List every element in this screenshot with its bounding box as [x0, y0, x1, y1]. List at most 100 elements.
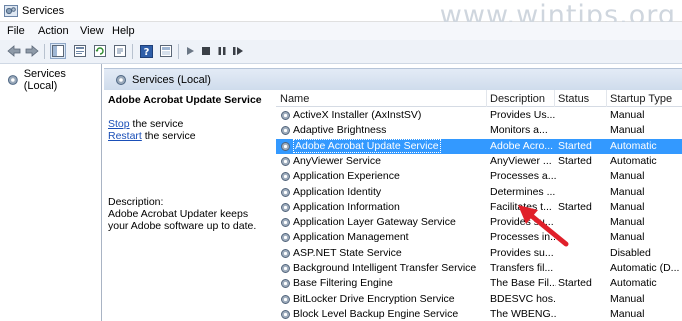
service-startup-type: Disabled [610, 246, 651, 259]
service-name: Application Layer Gateway Service [293, 216, 456, 229]
service-startup-type: Manual [610, 292, 645, 305]
export-list-icon[interactable] [112, 43, 128, 59]
service-gear-icon [281, 309, 290, 319]
selected-service-title: Adobe Acrobat Update Service [108, 94, 262, 106]
properties-icon[interactable] [72, 43, 88, 59]
service-status: Started [558, 277, 592, 290]
service-gear-icon [281, 187, 290, 197]
toolbar: ? [0, 40, 682, 64]
console-tree-icon[interactable] [158, 43, 174, 59]
tree-node-label: Services (Local) [23, 68, 66, 92]
back-icon[interactable] [6, 43, 22, 59]
table-row[interactable]: Background Intelligent Transfer Service T… [276, 261, 682, 276]
service-name: Adaptive Brightness [293, 124, 387, 137]
service-name: Background Intelligent Transfer Service [293, 262, 477, 274]
service-startup-type: Manual [610, 170, 645, 183]
table-row[interactable]: Adobe Acrobat Update Service Adobe Acro..… [276, 138, 682, 154]
list-header: Name Description Status Startup Type [276, 90, 682, 107]
service-gear-icon [281, 156, 290, 166]
stop-service-link[interactable]: Stop [108, 118, 130, 130]
service-description-cell: The Base Fil... [490, 277, 556, 290]
service-name: Application Identity [293, 185, 382, 198]
svg-text:?: ? [143, 47, 149, 58]
main-pane-title: Services (Local) [132, 74, 211, 86]
service-gear-icon [281, 264, 290, 273]
table-row[interactable]: BitLocker Drive Encryption Service BDESVC… [276, 292, 682, 307]
service-gear-icon [281, 294, 290, 304]
table-row[interactable]: ActiveX Installer (AxInstSV) Provides Us.… [276, 108, 682, 123]
column-header-status[interactable]: Status [558, 93, 589, 105]
table-row[interactable]: Adaptive Brightness Monitors a... Manual [276, 123, 682, 138]
service-description-cell: Transfers fil... [490, 262, 554, 274]
menu-help[interactable]: Help [112, 25, 135, 37]
service-startup-type: Automatic [610, 154, 657, 167]
service-name: AnyViewer Service [293, 154, 381, 167]
service-description-cell: AnyViewer ... [490, 154, 552, 167]
window-title: Services [22, 5, 65, 17]
service-name: Application Information [293, 200, 400, 213]
stop-service-icon[interactable] [198, 43, 214, 59]
service-name: Block Level Backup Engine Service [293, 307, 459, 320]
service-name: Base Filtering Engine [293, 277, 393, 290]
service-name: BitLocker Drive Encryption Service [293, 292, 455, 305]
menu-view[interactable]: View [80, 25, 104, 37]
restart-service-icon[interactable] [230, 43, 246, 59]
table-row[interactable]: Application Information Facilitates t... S… [276, 200, 682, 215]
service-startup-type: Manual [610, 231, 645, 244]
services-node-icon [7, 75, 18, 85]
restart-service-link[interactable]: Restart [108, 130, 142, 142]
services-header-icon [116, 75, 126, 85]
table-row[interactable]: Application Experience Processes a... Manu… [276, 169, 682, 184]
service-status: Started [558, 154, 592, 167]
table-row[interactable]: AnyViewer Service AnyViewer ... Started Aut… [276, 154, 682, 169]
service-startup-type: Manual [610, 200, 645, 213]
start-service-icon[interactable] [182, 43, 198, 59]
menu-bar: File Action View Help [0, 22, 682, 40]
table-row[interactable]: Application Management Processes in... Man… [276, 230, 682, 245]
description-label: Description: [108, 196, 164, 208]
service-gear-icon [281, 172, 290, 182]
service-description-cell: The WBENG... [490, 307, 556, 320]
refresh-icon[interactable] [92, 43, 108, 59]
stop-action-suffix: the service [129, 118, 184, 130]
services-list: Name Description Status Startup Type Act… [276, 90, 682, 321]
console-tree-pane: Services (Local) [2, 64, 102, 321]
main-pane: Services (Local) Adobe Acrobat Update Se… [104, 64, 682, 321]
column-header-startup-type[interactable]: Startup Type [610, 93, 672, 105]
menu-file[interactable]: File [7, 25, 25, 37]
forward-icon[interactable] [24, 43, 40, 59]
service-gear-icon [281, 233, 290, 243]
table-row[interactable]: Application Identity Determines ... Manual [276, 185, 682, 200]
service-gear-icon [281, 218, 290, 228]
service-description-cell: BDESVC hos... [490, 292, 556, 305]
services-app-icon [4, 5, 18, 17]
service-name: ActiveX Installer (AxInstSV) [293, 109, 422, 121]
service-description-cell: Provides Us... [490, 109, 556, 121]
service-startup-type: Automatic (D... [610, 262, 680, 274]
column-header-name[interactable]: Name [280, 93, 309, 105]
service-name: ASP.NET State Service [293, 246, 402, 259]
stop-action: Stop the service [108, 118, 183, 130]
tree-node-services-local[interactable]: Services (Local) [6, 68, 101, 92]
pause-service-icon[interactable] [214, 43, 230, 59]
service-status: Started [558, 139, 592, 152]
table-row[interactable]: Application Layer Gateway Service Provide… [276, 215, 682, 230]
table-row[interactable]: Block Level Backup Engine Service The WBE… [276, 307, 682, 321]
service-gear-icon [281, 279, 290, 289]
service-startup-type: Manual [610, 216, 645, 229]
service-description-cell: Processes a... [490, 170, 556, 183]
service-gear-icon [281, 202, 290, 212]
show-hide-tree-icon[interactable] [50, 43, 66, 59]
service-startup-type: Automatic [610, 277, 657, 290]
column-header-description[interactable]: Description [490, 93, 545, 105]
service-gear-icon [281, 141, 290, 151]
restart-action: Restart the service [108, 130, 196, 142]
service-description: Adobe Acrobat Updater keeps your Adobe s… [108, 208, 257, 232]
service-name: Application Experience [293, 170, 400, 183]
service-startup-type: Automatic [610, 139, 657, 152]
table-row[interactable]: Base Filtering Engine The Base Fil... Star… [276, 276, 682, 291]
table-row[interactable]: ASP.NET State Service Provides su... Disab… [276, 246, 682, 261]
help-icon[interactable]: ? [138, 43, 154, 59]
service-startup-type: Manual [610, 124, 645, 137]
menu-action[interactable]: Action [38, 25, 69, 37]
